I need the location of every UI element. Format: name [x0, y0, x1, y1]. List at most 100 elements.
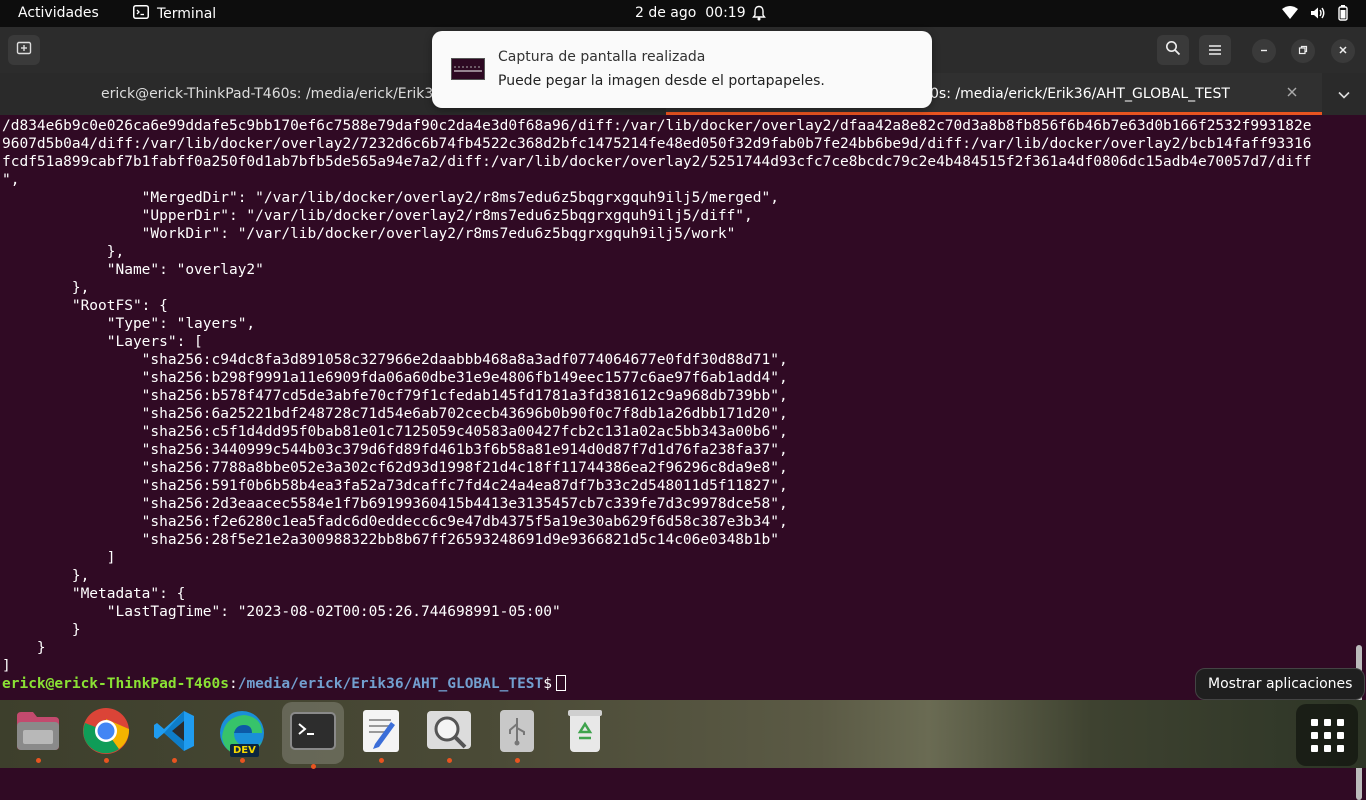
trash-icon — [566, 708, 604, 758]
text-cursor — [556, 675, 566, 691]
terminal-line: ] — [2, 550, 116, 566]
grid-dot — [1310, 744, 1318, 752]
prompt-separator: : — [228, 676, 238, 692]
running-indicator — [378, 758, 384, 763]
search-icon — [1165, 40, 1181, 60]
tab-close-icon[interactable] — [1286, 86, 1298, 102]
terminal-line: "Layers": [ — [2, 334, 203, 350]
terminal-line: "UpperDir": "/var/lib/docker/overlay2/r8… — [2, 208, 753, 224]
grid-dot — [1323, 744, 1331, 752]
top-bar: Actividades Terminal 2 de ago 00:19 — [0, 0, 1366, 27]
terminal-line: ", — [2, 172, 20, 188]
wifi-icon — [1282, 6, 1298, 24]
chrome-icon — [82, 707, 130, 759]
terminal-line: 9607d5b0a4/diff:/var/lib/docker/overlay2… — [2, 136, 1312, 152]
terminal-line: /d834e6b9c0e026ca6e99ddafe5c9bb170ef6c75… — [2, 118, 1312, 134]
usb-drive-icon — [498, 708, 536, 758]
terminal-line: "sha256:c5f1d4dd95f0bab81e01c7125059c405… — [2, 424, 788, 440]
terminal-line: "sha256:f2e6280c1ea5fadc6d0eddecc6c9e47d… — [2, 514, 788, 530]
notification-title: Captura de pantalla realizada — [498, 49, 706, 65]
terminal-line: "sha256:6a25221bdf248728c71d54e6ab702cec… — [2, 406, 788, 422]
terminal-line: } — [2, 622, 81, 638]
minimize-icon — [1259, 44, 1269, 58]
dock-image-viewer[interactable] — [424, 708, 474, 763]
running-indicator — [446, 758, 452, 763]
hamburger-icon — [1208, 41, 1222, 60]
prompt-user: erick@erick-ThinkPad-T460s — [2, 676, 229, 692]
notification-body: Puede pegar la imagen desde el portapape… — [498, 73, 825, 89]
dock-vscode[interactable] — [149, 708, 199, 763]
dock-chrome[interactable] — [81, 707, 131, 763]
dock-trash[interactable] — [560, 708, 610, 758]
terminal-app-icon — [133, 5, 149, 23]
tabs-menu-chevron-down-icon[interactable] — [1337, 87, 1351, 106]
terminal-line: "Type": "layers", — [2, 316, 256, 332]
running-indicator — [239, 758, 245, 763]
terminal-line: }, — [2, 568, 90, 584]
terminal-output[interactable]: /d834e6b9c0e026ca6e99ddafe5c9bb170ef6c75… — [0, 115, 1366, 800]
app-menu[interactable]: Terminal — [133, 5, 216, 23]
vscode-icon — [152, 709, 196, 757]
running-indicator — [103, 758, 109, 763]
terminal-line: "WorkDir": "/var/lib/docker/overlay2/r8m… — [2, 226, 736, 242]
terminal-line: "Name": "overlay2" — [2, 262, 264, 278]
terminal-line: "sha256:3440999c544b03c379d6fd89fd461b3f… — [2, 442, 788, 458]
terminal-line: "sha256:2d3eaacec5584e1f7b69199360415b44… — [2, 496, 788, 512]
terminal-line: "sha256:b298f9991a11e6909fda06a60dbe31e9… — [2, 370, 788, 386]
activities-button[interactable]: Actividades — [18, 5, 99, 21]
terminal-icon — [290, 712, 336, 754]
clock[interactable]: 2 de ago 00:19 — [635, 5, 746, 21]
dock-text-editor[interactable] — [356, 708, 406, 763]
search-button[interactable] — [1157, 35, 1189, 65]
show-apps-tooltip: Mostrar aplicaciones — [1195, 668, 1366, 700]
system-tray[interactable] — [1282, 5, 1348, 25]
grid-dot — [1336, 718, 1344, 726]
show-apps-button[interactable] — [1296, 704, 1358, 766]
files-icon — [15, 710, 61, 756]
restore-icon — [1298, 44, 1308, 58]
grid-dot — [1323, 718, 1331, 726]
grid-dot — [1310, 731, 1318, 739]
terminal-line: "sha256:7788a8bbe052e3a302cf62d93d1998f2… — [2, 460, 788, 476]
prompt-dollar: $ — [543, 676, 552, 692]
volume-icon — [1310, 6, 1326, 24]
dock-terminal[interactable] — [282, 702, 344, 769]
grid-dot — [1336, 731, 1344, 739]
terminal-line: fcdf51a899cabf7b1fabff0a250f0d1ab7bfb5de… — [2, 154, 1312, 170]
app-name: Terminal — [157, 6, 217, 22]
dock-files[interactable] — [13, 708, 63, 763]
screenshot-thumbnail — [451, 58, 485, 80]
running-indicator — [35, 758, 41, 763]
terminal-line: "MergedDir": "/var/lib/docker/overlay2/r… — [2, 190, 779, 206]
grid-dot — [1336, 744, 1344, 752]
screenshot-notification[interactable]: Captura de pantalla realizada Puede pega… — [432, 31, 932, 108]
prompt-path: /media/erick/Erik36/AHT_GLOBAL_TEST — [237, 676, 544, 692]
notification-bell-icon[interactable] — [752, 5, 766, 25]
close-icon — [1338, 44, 1348, 58]
shell-prompt: erick@erick-ThinkPad-T460s:/media/erick/… — [2, 675, 566, 692]
terminal-line: } — [2, 640, 46, 656]
grid-dot — [1323, 731, 1331, 739]
dock-edge-dev[interactable]: DEV — [217, 708, 267, 763]
text-editor-icon — [361, 708, 401, 758]
menu-button[interactable] — [1199, 35, 1231, 65]
dev-badge: DEV — [230, 744, 259, 757]
running-indicator — [171, 758, 177, 763]
terminal-line: }, — [2, 244, 125, 260]
grid-dot — [1310, 718, 1318, 726]
tab-2-label: 0s: /media/erick/Erik36/AHT_GLOBAL_TEST — [930, 86, 1230, 102]
time: 00:19 — [705, 5, 746, 21]
terminal-line: }, — [2, 280, 90, 296]
terminal-line: "sha256:28f5e21e2a300988322bb8b67ff26593… — [2, 532, 779, 548]
minimize-button[interactable] — [1252, 39, 1276, 63]
close-button[interactable] — [1331, 39, 1355, 63]
dock-usb-drive[interactable] — [492, 708, 542, 763]
terminal-line: "RootFS": { — [2, 298, 168, 314]
new-tab-icon — [16, 40, 32, 60]
edge-dev-icon: DEV — [218, 709, 266, 757]
new-tab-button[interactable] — [8, 35, 40, 65]
terminal-line: "Metadata": { — [2, 586, 186, 602]
maximize-button[interactable] — [1291, 39, 1315, 63]
terminal-line: ] — [2, 658, 11, 674]
terminal-line: "sha256:591f0b6b58b4ea3fa52a73dcaffc7fd4… — [2, 478, 788, 494]
